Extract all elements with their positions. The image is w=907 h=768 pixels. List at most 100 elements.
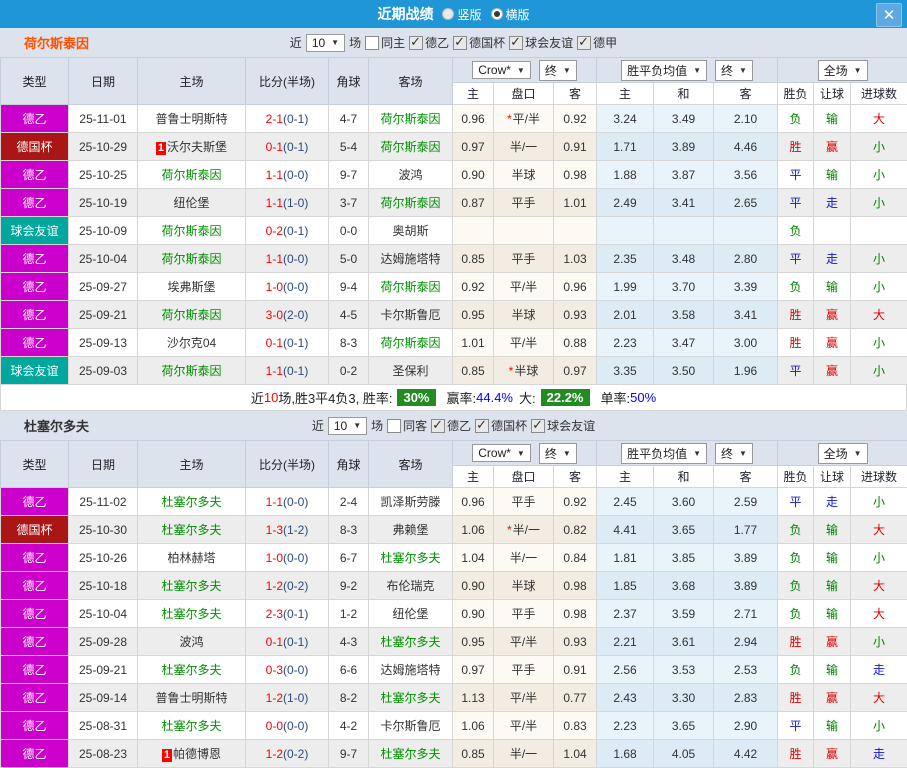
match-count-select[interactable]: 10▼: [306, 34, 345, 52]
euro-draw-odds: 3.48: [654, 245, 714, 273]
result-handicap-cell: 赢: [814, 301, 851, 329]
handicap-odds-away: 1.03: [554, 245, 597, 273]
chevron-down-icon: ▼: [563, 66, 571, 75]
league-checkbox-德乙[interactable]: 德乙: [409, 34, 449, 51]
odds-stage-select2[interactable]: 终▼: [715, 443, 753, 464]
halftime-score: (0-0): [283, 168, 308, 182]
league-checkbox-德国杯[interactable]: 德国杯: [475, 417, 527, 434]
euro-home-odds: 3.35: [597, 357, 654, 385]
league-checkbox-德甲[interactable]: 德甲: [577, 34, 617, 51]
halftime-score: (0-0): [283, 551, 308, 565]
close-icon[interactable]: ✕: [876, 3, 902, 27]
date-cell: 25-09-13: [69, 329, 138, 357]
euro-away-odds: 2.94: [714, 628, 778, 656]
euro-draw-odds: 3.49: [654, 105, 714, 133]
match-count-select[interactable]: 10▼: [328, 417, 367, 435]
corner-cell: 9-7: [329, 161, 369, 189]
halftime-score: (0-1): [283, 112, 308, 126]
chevron-down-icon: ▼: [517, 66, 525, 75]
handicap-odds-away: 0.91: [554, 133, 597, 161]
euro-away-odds: 4.42: [714, 740, 778, 768]
sub-goals: 进球数: [851, 466, 907, 488]
team-label: 纽伦堡: [392, 607, 428, 621]
handicap-line-cell: *半球: [494, 357, 554, 385]
home-team-cell: 埃弗斯堡: [138, 273, 246, 301]
team-label: 布伦瑞克: [386, 579, 434, 593]
result-goals-cell: 大: [851, 572, 907, 600]
euro-away-odds: 4.46: [714, 133, 778, 161]
euro-away-odds: 3.41: [714, 301, 778, 329]
result-wdl-cell: 胜: [778, 329, 814, 357]
euro-away-odds: 2.53: [714, 656, 778, 684]
odds-stage-select[interactable]: 终▼: [539, 443, 577, 464]
home-team-cell: 杜塞尔多夫: [138, 600, 246, 628]
handicap-odds-away: 0.92: [554, 105, 597, 133]
layout-radio-horizontal[interactable]: 横版: [491, 6, 530, 23]
team-label: 普鲁士明斯特: [155, 112, 227, 126]
home-team-cell: 沙尔克04: [138, 329, 246, 357]
score-cell: 0-1(0-1): [246, 133, 329, 161]
title-bar: 近期战绩 竖版 横版 ✕: [0, 0, 907, 28]
avg-odds-select[interactable]: 胜平负均值▼: [621, 60, 707, 81]
fulltime-select[interactable]: 全场▼: [818, 443, 868, 464]
result-goals-cell: 大: [851, 600, 907, 628]
chevron-down-icon: ▼: [854, 66, 862, 75]
euro-away-odds: 3.39: [714, 273, 778, 301]
team-label: 荷尔斯泰因: [161, 252, 221, 266]
league-checkbox-德乙[interactable]: 德乙: [431, 417, 471, 434]
match-row: 德乙25-09-27埃弗斯堡1-0(0-0)9-4荷尔斯泰因0.92平/半0.9…: [1, 273, 907, 301]
handicap-line-cell: [494, 217, 554, 245]
league-checkbox-球会友谊[interactable]: 球会友谊: [531, 417, 595, 434]
away-team-cell: 凯泽斯劳滕: [369, 488, 453, 516]
fulltime-score: 1-1: [266, 495, 283, 509]
euro-away-odds: 2.90: [714, 712, 778, 740]
score-cell: 1-0(0-0): [246, 273, 329, 301]
away-team-cell: 波鸿: [369, 161, 453, 189]
team-label: 圣保利: [392, 364, 428, 378]
date-cell: 25-08-31: [69, 712, 138, 740]
result-handicap-cell: 走: [814, 245, 851, 273]
handicap-line-cell: 半球: [494, 572, 554, 600]
corner-cell: 3-7: [329, 189, 369, 217]
handicap-line-cell: 平/半: [494, 273, 554, 301]
handicap-odds-home: 0.92: [453, 273, 494, 301]
single-pct: 50%: [630, 390, 656, 405]
match-row: 德乙25-10-18杜塞尔多夫1-2(0-2)9-2布伦瑞克0.90半球0.98…: [1, 572, 907, 600]
same-home-checkbox[interactable]: 同主: [365, 34, 405, 51]
checkbox-checked-icon: [531, 419, 545, 433]
handicap-odds-home: 0.85: [453, 357, 494, 385]
result-wdl-cell: 负: [778, 600, 814, 628]
result-wdl-cell: 胜: [778, 133, 814, 161]
avg-odds-select[interactable]: 胜平负均值▼: [621, 443, 707, 464]
away-team-cell: 荷尔斯泰因: [369, 329, 453, 357]
league-checkbox-德国杯[interactable]: 德国杯: [453, 34, 505, 51]
date-cell: 25-09-21: [69, 656, 138, 684]
odds-stage-select[interactable]: 终▼: [539, 60, 577, 81]
handicap-odds-home: [453, 217, 494, 245]
league-checkbox-球会友谊[interactable]: 球会友谊: [509, 34, 573, 51]
odds-stage-select2[interactable]: 终▼: [715, 60, 753, 81]
win-rate-badge: 30%: [397, 389, 435, 406]
layout-radio-vertical[interactable]: 竖版: [442, 6, 481, 23]
fulltime-select[interactable]: 全场▼: [818, 60, 868, 81]
checkbox-checked-icon: [431, 419, 445, 433]
checkbox-checked-icon: [453, 36, 467, 50]
same-away-checkbox[interactable]: 同客: [387, 417, 427, 434]
bookmaker-select[interactable]: Crow*▼: [472, 444, 531, 462]
handicap-line-cell: 平手: [494, 656, 554, 684]
euro-home-odds: 2.37: [597, 600, 654, 628]
match-row: 德乙25-09-21杜塞尔多夫0-3(0-0)6-6达姆施塔特0.97平手0.9…: [1, 656, 907, 684]
handicap-odds-away: 0.98: [554, 572, 597, 600]
league-cell: 德乙: [1, 628, 69, 656]
euro-home-odds: 2.49: [597, 189, 654, 217]
win-odds-pct: 44.4%: [476, 390, 513, 405]
bookmaker-select[interactable]: Crow*▼: [472, 61, 531, 79]
match-row: 球会友谊25-10-09荷尔斯泰因0-2(0-1)0-0奥胡斯负: [1, 217, 907, 245]
checkbox-checked-icon: [475, 419, 489, 433]
team-label: 沙尔克04: [167, 336, 216, 350]
fulltime-score: 1-3: [266, 523, 283, 537]
corner-cell: 0-2: [329, 357, 369, 385]
handicap-odds-home: 0.85: [453, 245, 494, 273]
handicap-odds-home: 0.96: [453, 105, 494, 133]
home-team-cell: 普鲁士明斯特: [138, 684, 246, 712]
